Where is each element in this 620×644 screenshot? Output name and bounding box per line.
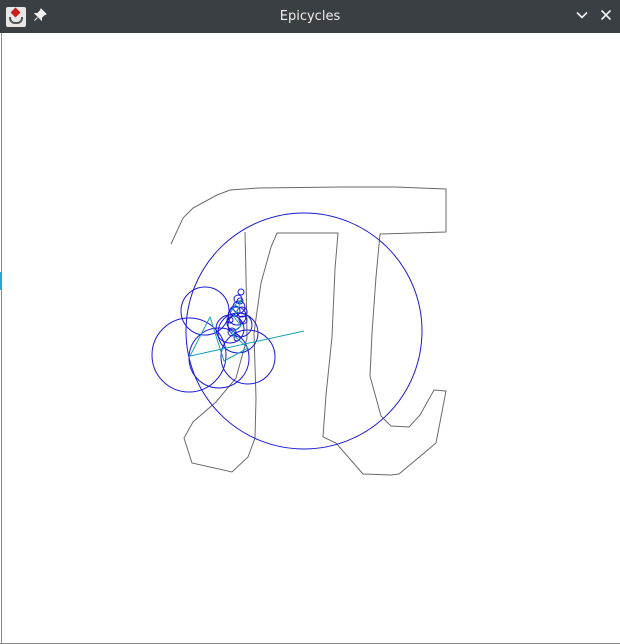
java-cup-icon[interactable] (6, 7, 26, 27)
epicycle-circle (220, 329, 276, 385)
epicycle-drawing (151, 186, 447, 476)
title-bar[interactable]: Epicycles (0, 0, 620, 33)
close-icon (600, 9, 612, 21)
pin-glyph (33, 8, 47, 22)
close-button[interactable] (598, 8, 614, 24)
java-cup-shape (9, 17, 23, 24)
window-title: Epicycles (279, 9, 341, 24)
epicycle-circles (151, 212, 423, 450)
pin-icon[interactable] (32, 8, 48, 24)
pi-trace-path (170, 186, 447, 476)
minimize-button[interactable] (574, 8, 590, 24)
chevron-down-icon (576, 11, 588, 19)
window-edge-indicator (0, 272, 2, 290)
epicycles-window: Epicycles (0, 0, 620, 644)
drawing-canvas[interactable] (1, 33, 620, 643)
epicycle-circle (217, 312, 259, 354)
java-flame-shape (10, 7, 21, 18)
epicycle-circle (237, 288, 245, 296)
